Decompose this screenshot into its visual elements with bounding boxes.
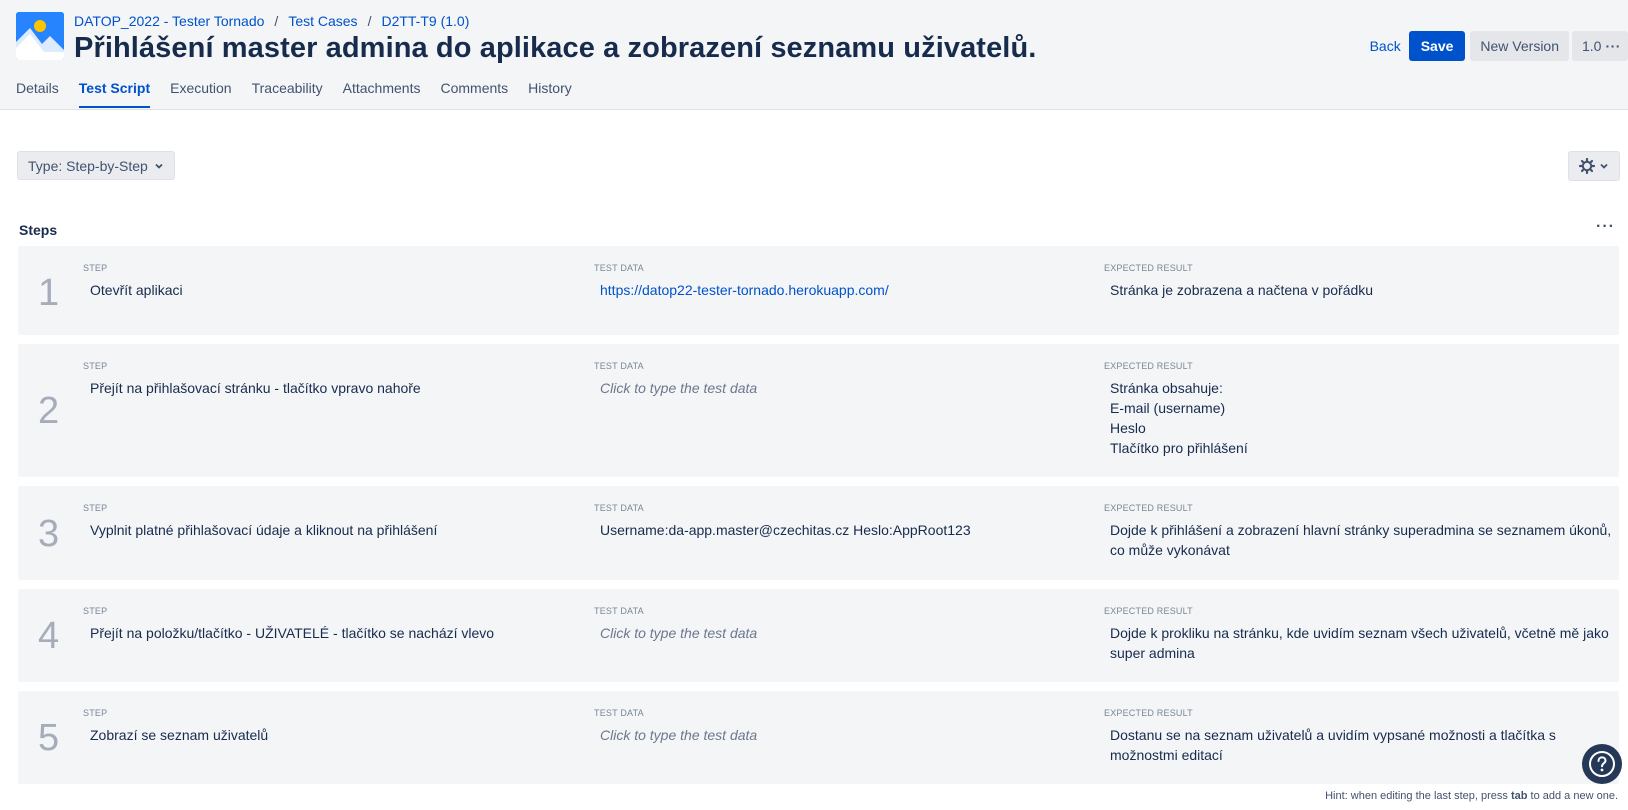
version-label: 1.0 — [1582, 38, 1602, 54]
expected-result[interactable]: Stránka obsahuje: E-mail (username) Hesl… — [1110, 378, 1248, 458]
help-button[interactable] — [1582, 744, 1622, 784]
tab-attachments[interactable]: Attachments — [343, 80, 421, 108]
step-number: 3 — [38, 513, 60, 555]
project-logo[interactable] — [16, 12, 64, 60]
question-mark-icon — [1589, 751, 1615, 777]
breadcrumb-separator: / — [367, 13, 372, 29]
script-type-label: Type: Step-by-Step — [28, 157, 148, 174]
step-number: 5 — [38, 717, 60, 759]
expected-result[interactable]: Dojde k přihlášení a zobrazení hlavní st… — [1110, 520, 1611, 560]
test-data-column-label: TEST DATA — [594, 503, 644, 513]
step-column-label: STEP — [83, 606, 108, 616]
test-data-placeholder[interactable]: Click to type the test data — [600, 378, 757, 398]
test-data-column-label: TEST DATA — [594, 606, 644, 616]
breadcrumb-project-link[interactable]: DATOP_2022 - Tester Tornado — [74, 13, 264, 29]
settings-menu-button[interactable] — [1568, 151, 1620, 181]
hint-text: to add a new one. — [1527, 790, 1618, 802]
expected-result-line: možnostmi editací — [1110, 747, 1223, 763]
add-step-hint: Hint: when editing the last step, press … — [1325, 790, 1618, 802]
step-row[interactable]: 4 STEP TEST DATA EXPECTED RESULT Přejít … — [18, 589, 1619, 682]
step-number: 2 — [38, 390, 60, 432]
breadcrumb-test-case-key-link[interactable]: D2TT-T9 (1.0) — [381, 13, 469, 29]
step-description[interactable]: Přejít na položku/tlačítko - UŽIVATELÉ -… — [90, 623, 494, 643]
step-row[interactable]: 1 STEP TEST DATA EXPECTED RESULT Otevřít… — [18, 246, 1619, 335]
header-actions: Back Save New Version 1.0 ··· — [1370, 31, 1628, 61]
save-button[interactable]: Save — [1408, 31, 1466, 61]
breadcrumb-test-cases-link[interactable]: Test Cases — [288, 13, 357, 29]
step-column-label: STEP — [83, 708, 108, 718]
expected-result-column-label: EXPECTED RESULT — [1104, 361, 1193, 371]
steps-more-icon[interactable]: ··· — [1596, 218, 1615, 236]
step-number: 1 — [38, 272, 60, 314]
expected-result-line: E-mail (username) — [1110, 400, 1226, 416]
new-version-button[interactable]: New Version — [1470, 31, 1569, 61]
tab-execution[interactable]: Execution — [170, 80, 231, 108]
test-data-placeholder[interactable]: Click to type the test data — [600, 725, 757, 745]
step-column-label: STEP — [83, 361, 108, 371]
chevron-down-icon — [1600, 163, 1608, 169]
steps-heading: Steps — [19, 222, 58, 238]
expected-result[interactable]: Dojde k prokliku na stránku, kde uvidím … — [1110, 623, 1609, 663]
chevron-down-icon — [155, 163, 163, 169]
step-description[interactable]: Otevřít aplikaci — [90, 280, 183, 300]
step-column-label: STEP — [83, 503, 108, 513]
expected-result-line: co může vykonávat — [1110, 542, 1230, 558]
test-data-value[interactable]: Username:da-app.master@czechitas.cz Hesl… — [600, 520, 971, 540]
script-type-select[interactable]: Type: Step-by-Step — [17, 151, 175, 180]
expected-result-column-label: EXPECTED RESULT — [1104, 263, 1193, 273]
expected-result-column-label: EXPECTED RESULT — [1104, 708, 1193, 718]
expected-result-line: Dojde k přihlášení a zobrazení hlavní st… — [1110, 522, 1612, 538]
test-data-column-label: TEST DATA — [594, 708, 644, 718]
hint-key: tab — [1510, 790, 1528, 802]
test-data-column-label: TEST DATA — [594, 361, 644, 371]
expected-result-column-label: EXPECTED RESULT — [1104, 606, 1193, 616]
tab-bar: Details Test Script Execution Traceabili… — [16, 80, 572, 108]
test-data-column-label: TEST DATA — [594, 263, 644, 273]
step-row[interactable]: 2 STEP TEST DATA EXPECTED RESULT Přejít … — [18, 344, 1619, 477]
expected-result[interactable]: Dostanu se na seznam uživatelů a uvidím … — [1110, 725, 1556, 765]
step-column-label: STEP — [83, 263, 108, 273]
tab-traceability[interactable]: Traceability — [252, 80, 323, 108]
expected-result-line: super admina — [1110, 645, 1195, 661]
page-header: DATOP_2022 - Tester Tornado / Test Cases… — [0, 0, 1628, 110]
step-row[interactable]: 3 STEP TEST DATA EXPECTED RESULT Vyplnit… — [18, 486, 1619, 580]
expected-result-line: Dojde k prokliku na stránku, kde uvidím … — [1110, 625, 1609, 641]
expected-result-line: Stránka je zobrazena a načtena v pořádku — [1110, 282, 1374, 298]
step-description[interactable]: Zobrazí se seznam uživatelů — [90, 725, 268, 745]
breadcrumb-separator: / — [274, 13, 279, 29]
step-number: 4 — [38, 615, 60, 657]
version-menu-button[interactable]: 1.0 ··· — [1572, 31, 1628, 61]
tab-test-script[interactable]: Test Script — [78, 80, 151, 108]
test-data-placeholder[interactable]: Click to type the test data — [600, 623, 757, 643]
expected-result-line: Stránka obsahuje: — [1110, 380, 1223, 396]
expected-result[interactable]: Stránka je zobrazena a načtena v pořádku — [1110, 280, 1373, 300]
back-button[interactable]: Back — [1370, 38, 1401, 54]
tab-history[interactable]: History — [528, 80, 572, 108]
tab-details[interactable]: Details — [16, 80, 59, 108]
more-icon: ··· — [1605, 38, 1621, 54]
hint-text: Hint: when editing the last step, press — [1325, 790, 1511, 802]
expected-result-line: Dostanu se na seznam uživatelů a uvidím … — [1110, 727, 1556, 743]
breadcrumb: DATOP_2022 - Tester Tornado / Test Cases… — [74, 13, 469, 29]
page-title[interactable]: Přihlášení master admina do aplikace a z… — [74, 32, 1036, 65]
expected-result-column-label: EXPECTED RESULT — [1104, 503, 1193, 513]
step-description[interactable]: Přejít na přihlašovací stránku - tlačítk… — [90, 378, 421, 398]
test-data-link[interactable]: https://datop22-tester-tornado.herokuapp… — [600, 280, 889, 300]
step-description[interactable]: Vyplnit platné přihlašovací údaje a klik… — [90, 520, 437, 540]
expected-result-line: Heslo — [1110, 420, 1146, 436]
expected-result-line: Tlačítko pro přihlášení — [1110, 440, 1248, 456]
gear-icon — [1579, 158, 1595, 174]
step-row[interactable]: 5 STEP TEST DATA EXPECTED RESULT Zobrazí… — [18, 691, 1619, 784]
tab-comments[interactable]: Comments — [440, 80, 508, 108]
